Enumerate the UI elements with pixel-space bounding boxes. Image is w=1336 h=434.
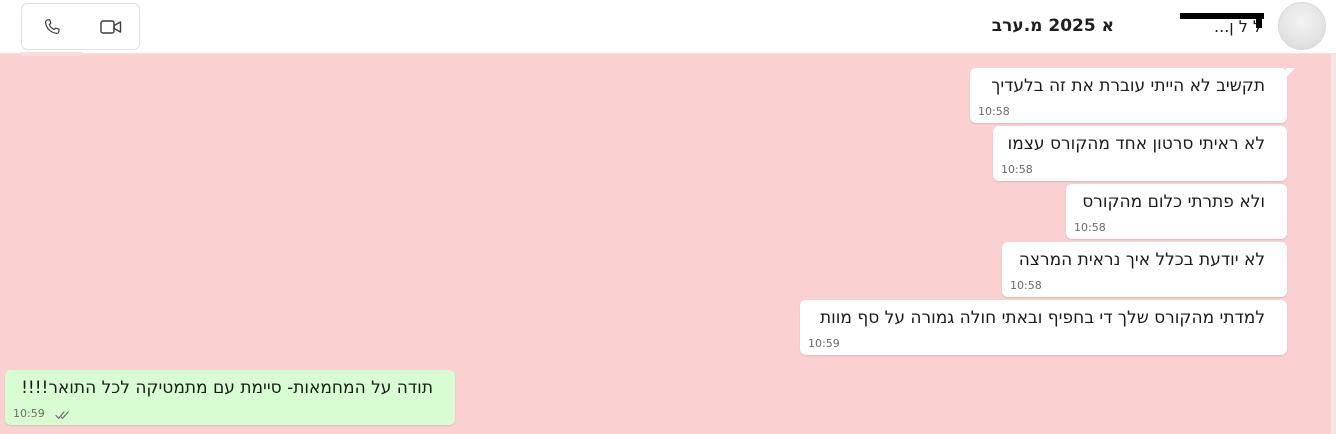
header-tab-shadow [20, 52, 82, 56]
video-call-button[interactable] [81, 4, 140, 49]
message-text: לא יודעת בכלל איך נראית המרצה [1018, 250, 1265, 270]
bubble-tail [1286, 68, 1295, 78]
message-time: 10:59 [808, 337, 840, 350]
message-bubble-outgoing[interactable]: למדתי מהקורס שלך די בחפיף ובאתי חולה גמו… [800, 300, 1287, 355]
double-check-icon [55, 411, 69, 419]
message-text: למדתי מהקורס שלך די בחפיף ובאתי חולה גמו… [819, 308, 1265, 328]
message-text: תודה על המחמאות- סיימת עם מתמטיקה לכל הת… [21, 378, 433, 398]
message-time: 10:58 [978, 105, 1010, 118]
scrollbar[interactable] [1331, 54, 1336, 434]
chat-header: א 2025 מ.ערב ל ל ן... [0, 0, 1336, 54]
message-bubble-sent[interactable]: תודה על המחמאות- סיימת עם מתמטיקה לכל הת… [5, 370, 455, 425]
phone-icon [44, 18, 60, 34]
message-bubble-outgoing[interactable]: לא יודעת בכלל איך נראית המרצה 10:58 [1002, 242, 1287, 297]
voice-call-button[interactable] [22, 4, 81, 49]
avatar[interactable] [1278, 2, 1326, 50]
message-bubble-outgoing[interactable]: תקשיב לא הייתי עוברת את זה בלעדיך 10:58 [970, 68, 1295, 123]
chat-window: א 2025 מ.ערב ל ל ן... תקשיב לא הייתי עוב… [0, 0, 1336, 434]
message-time: 10:58 [1010, 279, 1042, 292]
message-time: 10:58 [1074, 221, 1106, 234]
message-bubble-outgoing[interactable]: ולא פתרתי כלום מהקורס 10:58 [1066, 184, 1287, 239]
message-bubble-outgoing[interactable]: לא ראיתי סרטון אחד מהקורס עצמו 10:58 [993, 126, 1287, 181]
message-text: ולא פתרתי כלום מהקורס [1082, 192, 1265, 212]
message-time: 10:59 [13, 407, 45, 420]
video-camera-icon [99, 19, 121, 34]
message-text: תקשיב לא הייתי עוברת את זה בלעדיך [991, 76, 1265, 96]
message-text: לא ראיתי סרטון אחד מהקורס עצמו [1007, 134, 1265, 154]
call-buttons-group [21, 3, 140, 50]
redaction-mark [1180, 13, 1264, 19]
message-time: 10:58 [1001, 163, 1033, 176]
chat-title[interactable]: א 2025 מ.ערב [992, 13, 1114, 39]
redaction-mark [1256, 13, 1262, 28]
